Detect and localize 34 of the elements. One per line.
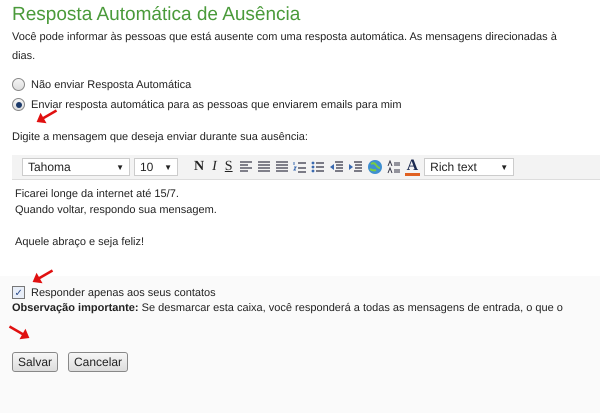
underline-button[interactable]: S [222,157,235,177]
message-prompt: Digite a mensagem que deseja enviar durante sua ausência: [12,131,309,143]
checkbox[interactable]: ✓ [12,286,25,299]
font-dropdown[interactable]: Tahoma ▼ [22,158,130,176]
numbered-list-icon[interactable] [292,161,307,173]
caret-icon: ▼ [164,162,172,172]
bullet-list-icon[interactable] [310,161,325,173]
message-line: Aquele abraço e seja feliz! [15,235,146,250]
font-color-button[interactable]: A [404,158,420,176]
indent-icon[interactable] [348,161,363,173]
message-line: Ficarei longe da internet até 15/7. [15,187,180,202]
align-center-icon[interactable] [256,161,271,173]
bold-button[interactable]: N [192,157,206,177]
cancel-button[interactable]: Cancelar [68,352,128,372]
description-text: dias. [12,49,36,64]
align-right-icon[interactable] [274,161,289,173]
italic-button[interactable]: I [210,157,219,177]
note-text: Observação importante: Se desmarcar esta caixa, você responderá a todas as mensagens de entrada, o que o [12,302,563,314]
radio-button[interactable] [12,78,25,91]
save-button[interactable]: Salvar [12,352,58,372]
description-text: Você pode informar às pessoas que está ausente com uma resposta automática. As mensagens direcionadas à [12,30,557,45]
align-left-icon[interactable] [238,161,253,173]
size-dropdown[interactable]: 10 ▼ [134,158,178,176]
radio-button[interactable] [12,98,25,111]
checkbox-label: Responder apenas aos seus contatos [31,286,216,298]
radio-label: Enviar resposta automática para as pessoas que enviarem emails para mim [31,98,402,110]
format-dropdown[interactable]: Rich text ▼ [424,158,514,176]
caret-icon: ▼ [500,162,508,172]
radio-label: Não enviar Resposta Automática [31,78,192,90]
caret-icon: ▼ [116,162,124,172]
message-line: Quando voltar, respondo sua mensagem. [15,203,218,218]
page-title: Resposta Automática de Ausência [12,4,302,26]
outdent-icon[interactable] [328,161,344,173]
text-direction-icon[interactable] [386,160,401,174]
